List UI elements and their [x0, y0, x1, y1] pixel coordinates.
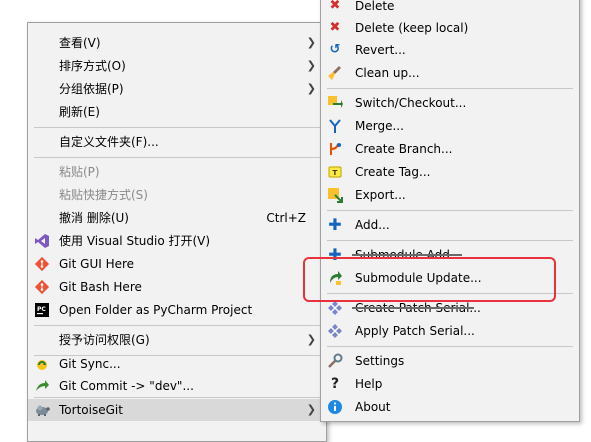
visual-studio-icon [34, 233, 50, 249]
menu-item-merge[interactable]: Merge... [321, 115, 579, 137]
menu-separator [327, 240, 573, 241]
menu-item-create-branch[interactable]: Create Branch... [321, 138, 579, 160]
strikethrough-line [352, 254, 462, 256]
menu-item-git-bash-here[interactable]: Git Bash Here [28, 276, 326, 298]
menu-item-git-commit[interactable]: Git Commit -> "dev"... [28, 375, 326, 397]
menu-item-git-sync[interactable]: Git Sync... [28, 353, 326, 375]
menu-separator [34, 157, 320, 158]
tortoisegit-icon [34, 402, 50, 418]
menu-separator [327, 210, 573, 211]
menu-item-help[interactable]: ? Help [321, 373, 579, 395]
menu-item-sort-by[interactable]: 排序方式(O) ❯ [28, 55, 326, 77]
git-commit-icon [34, 378, 50, 394]
menu-separator [327, 88, 573, 89]
patch-icon [327, 300, 343, 316]
git-icon [34, 279, 50, 295]
help-icon: ? [330, 376, 340, 392]
tag-icon: T [327, 164, 343, 180]
svg-text:PC: PC [37, 306, 46, 313]
menu-item-refresh[interactable]: 刷新(E) [28, 101, 326, 123]
menu-item-paste: 粘贴(P) [59, 165, 100, 179]
chevron-right-icon: ❯ [306, 36, 316, 49]
strikethrough-line [352, 307, 474, 309]
menu-item-open-pycharm[interactable]: PC Open Folder as PyCharm Project [28, 299, 326, 321]
menu-separator [34, 127, 320, 128]
chevron-right-icon: ❯ [306, 333, 316, 346]
patch-icon [327, 323, 343, 339]
menu-item-delete[interactable]: ✖ Delete [321, 0, 579, 17]
add-icon: ✚ [328, 215, 342, 234]
menu-item-undo-delete[interactable]: 撤消 删除(U) Ctrl+Z [28, 207, 326, 229]
git-icon [34, 256, 50, 272]
export-icon [327, 187, 343, 203]
settings-icon [327, 353, 343, 369]
menu-separator [327, 346, 573, 347]
menu-item-switch-checkout[interactable]: Switch/Checkout... [321, 92, 579, 114]
menu-item-clean-up[interactable]: Clean up... [321, 62, 579, 84]
menu-item-open-visual-studio[interactable]: 使用 Visual Studio 打开(V) [28, 230, 326, 252]
shortcut-label: Ctrl+Z [266, 211, 306, 225]
branch-icon [327, 141, 343, 157]
switch-icon [327, 95, 343, 111]
menu-item-grant-access[interactable]: 授予访问权限(G) ❯ [28, 329, 326, 351]
cleanup-icon [327, 65, 343, 81]
explorer-context-menu: 查看(V) ❯ 排序方式(O) ❯ 分组依据(P) ❯ 刷新(E) 自定义文件夹… [27, 22, 327, 442]
tortoisegit-submenu: ✖ Delete ✖ Delete (keep local) ↺ Revert.… [320, 0, 580, 422]
annotation-highlight-box [303, 257, 556, 302]
delete-icon: ✖ [329, 0, 341, 13]
git-sync-icon [34, 356, 50, 372]
menu-item-create-tag[interactable]: T Create Tag... [321, 161, 579, 183]
chevron-right-icon: ❯ [306, 403, 316, 416]
merge-icon [327, 118, 343, 134]
menu-item-customize-folder[interactable]: 自定义文件夹(F)... [28, 131, 326, 153]
menu-item-add[interactable]: ✚ Add... [321, 214, 579, 236]
about-icon [327, 399, 343, 415]
menu-item-view[interactable]: 查看(V) ❯ [28, 32, 326, 54]
menu-item-git-gui-here[interactable]: Git GUI Here [28, 253, 326, 275]
pycharm-icon: PC [34, 302, 50, 318]
menu-item-settings[interactable]: Settings [321, 350, 579, 372]
menu-item-group-by[interactable]: 分组依据(P) ❯ [28, 78, 326, 100]
menu-item-paste-shortcut: 粘贴快捷方式(S) [59, 188, 148, 202]
revert-icon: ↺ [329, 42, 341, 57]
chevron-right-icon: ❯ [306, 59, 316, 72]
menu-item-delete-keep-local[interactable]: ✖ Delete (keep local) [321, 17, 579, 39]
menu-item-apply-patch-serial[interactable]: Apply Patch Serial... [321, 320, 579, 342]
menu-item-about[interactable]: About [321, 396, 579, 418]
svg-text:T: T [333, 169, 338, 177]
delete-icon: ✖ [329, 20, 341, 35]
menu-item-tortoisegit[interactable]: TortoiseGit ❯ [28, 399, 326, 421]
menu-separator [34, 397, 320, 398]
menu-separator [34, 325, 320, 326]
chevron-right-icon: ❯ [306, 82, 316, 95]
menu-item-revert[interactable]: ↺ Revert... [321, 39, 579, 61]
menu-item-export[interactable]: Export... [321, 184, 579, 206]
